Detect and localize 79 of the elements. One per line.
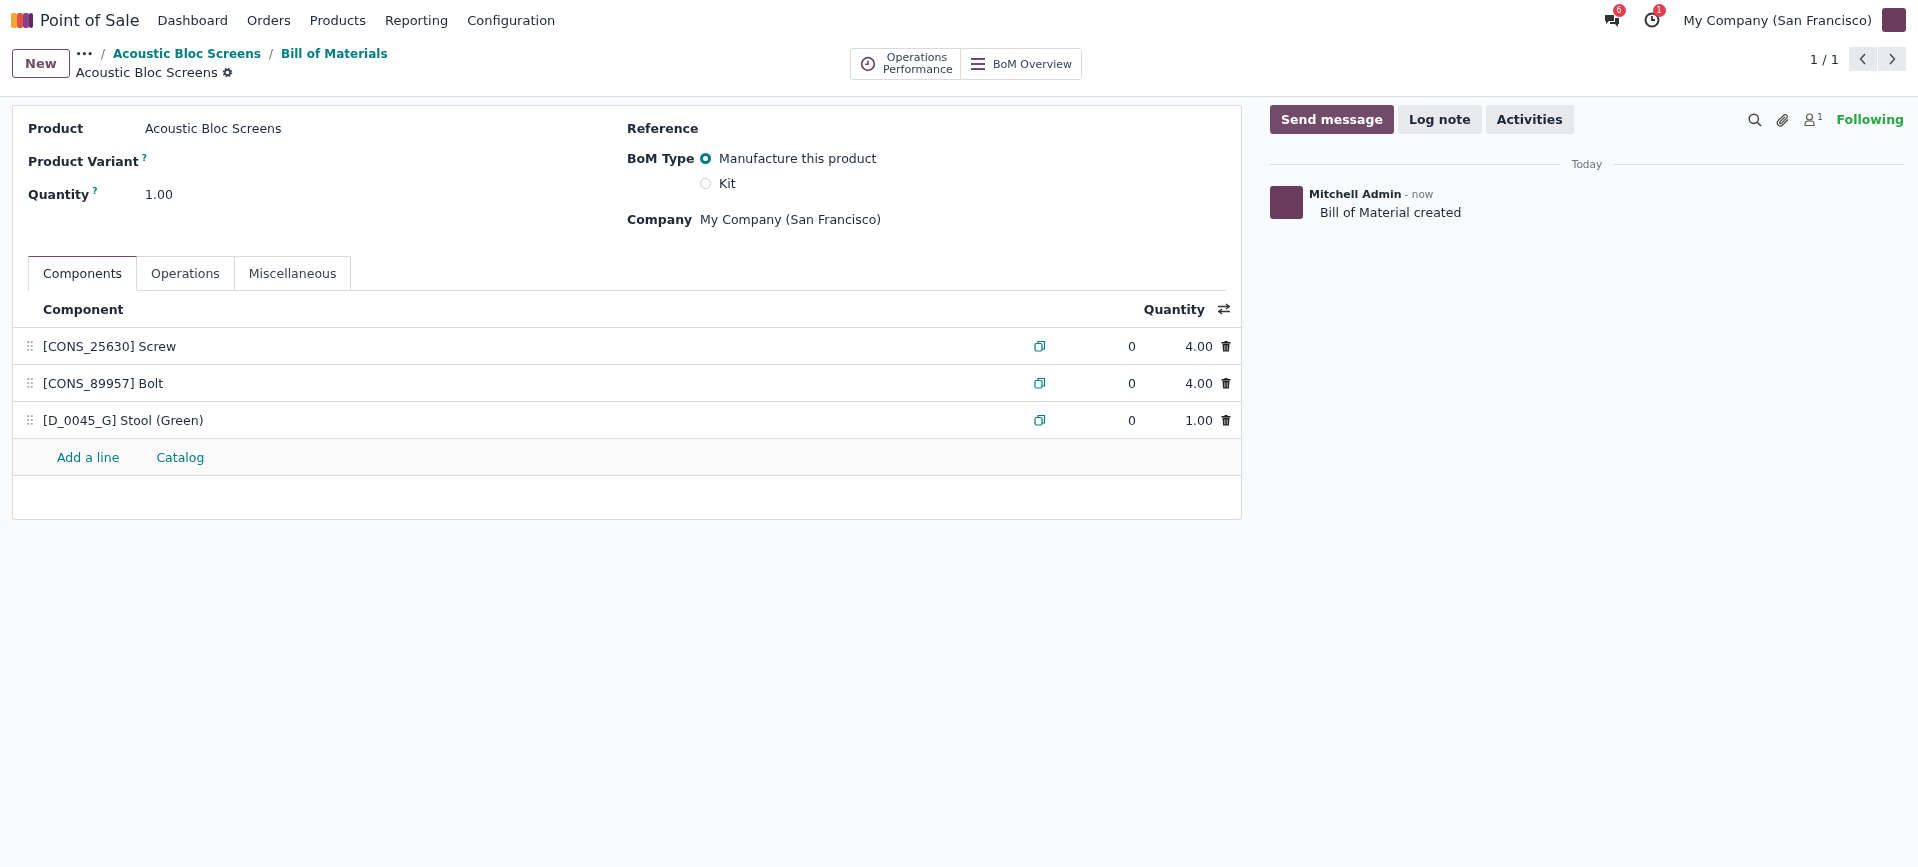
next-button[interactable] — [1878, 47, 1906, 71]
breadcrumb-separator: / — [268, 47, 273, 61]
field-label: BoM Type — [627, 151, 695, 166]
tab[interactable]: Components — [28, 256, 138, 291]
table-cell-text: 0 — [1127, 412, 1136, 428]
chat-icon[interactable] — [1603, 12, 1620, 28]
author-name[interactable]: Mitchell Admin — [1309, 188, 1402, 201]
drag-handle-icon[interactable] — [27, 378, 33, 388]
action-link[interactable]: Catalog — [156, 449, 205, 465]
copy-icon[interactable] — [1034, 377, 1046, 389]
chatter-button[interactable]: Send message — [1270, 105, 1394, 134]
table-cell-text: 0 — [1127, 338, 1136, 354]
field-label: Reference — [627, 121, 699, 136]
company-switcher[interactable]: My Company (San Francisco) — [1683, 12, 1872, 28]
menu-item[interactable]: Dashboard — [157, 12, 229, 28]
author-avatar — [1270, 186, 1303, 219]
new-button[interactable]: New — [12, 49, 70, 78]
table-cell-text: 0 — [1127, 375, 1136, 391]
table-cell-text: [CONS_25630] Screw — [43, 338, 178, 354]
breadcrumb-link[interactable]: Acoustic Bloc Screens — [113, 47, 261, 61]
column-header[interactable]: Component — [43, 301, 1144, 317]
search-icon[interactable] — [1748, 112, 1763, 127]
radio-button[interactable] — [700, 153, 711, 164]
menu-item[interactable]: Orders — [247, 12, 291, 28]
paperclip-icon[interactable] — [1776, 112, 1791, 127]
drag-handle-icon[interactable] — [27, 341, 33, 351]
field-value[interactable]: 1.00 — [145, 187, 173, 202]
table-cell-text: 4.00 — [1184, 375, 1213, 391]
field-label: Product Variant — [28, 154, 139, 170]
person-icon — [1804, 113, 1816, 126]
chatter-button[interactable]: Log note — [1397, 105, 1482, 134]
column-header[interactable]: Quantity — [1143, 301, 1205, 317]
help-tooltip[interactable]: ? — [141, 153, 147, 164]
field-label: Product — [28, 121, 84, 136]
menu-item[interactable]: Reporting — [384, 12, 449, 28]
help-tooltip[interactable]: ? — [92, 186, 98, 197]
previous-button[interactable] — [1849, 47, 1877, 71]
app-logo-icon[interactable] — [10, 11, 34, 29]
date-separator: Today — [1570, 158, 1604, 170]
smart-button[interactable]: Operations Performance — [851, 49, 961, 79]
chevron-left-icon — [1859, 53, 1867, 65]
pager-value: 1 / 1 — [1809, 51, 1839, 67]
count-badge: 1 — [1652, 4, 1666, 17]
trash-icon[interactable] — [1221, 414, 1231, 426]
breadcrumb-separator: / — [101, 47, 106, 61]
menu-item[interactable]: Products — [309, 12, 366, 28]
breadcrumb-link[interactable]: Bill of Materials — [281, 47, 388, 61]
menu-icon — [970, 57, 986, 71]
followers-button[interactable]: 1 — [1804, 113, 1823, 126]
message-text: Bill of Material created — [1320, 205, 1462, 220]
field-value[interactable]: My Company (San Francisco) — [700, 212, 882, 227]
field-label: Quantity — [28, 187, 90, 203]
record-title: Acoustic Bloc Screens — [75, 65, 218, 80]
field-label: Company — [627, 212, 693, 227]
app-name[interactable]: Point of Sale — [40, 10, 140, 30]
copy-icon[interactable] — [1034, 414, 1046, 426]
menu-item[interactable]: Configuration — [467, 12, 556, 28]
radio-button[interactable] — [700, 178, 711, 189]
table-cell-text: [CONS_89957] Bolt — [43, 375, 165, 391]
drag-handle-icon[interactable] — [27, 415, 33, 425]
message-time: - now — [1404, 188, 1434, 200]
chatter-button[interactable]: Activities — [1485, 105, 1574, 134]
radio-label[interactable]: Kit — [719, 176, 736, 191]
clock-icon — [860, 56, 876, 72]
more-breadcrumbs[interactable]: ••• — [75, 49, 93, 59]
trash-icon[interactable] — [1221, 377, 1231, 389]
count-badge: 6 — [1612, 4, 1626, 17]
chevron-right-icon — [1888, 53, 1896, 65]
action-link[interactable]: Add a line — [57, 449, 120, 465]
sliders-icon[interactable] — [1217, 303, 1231, 315]
table-cell-text: 4.00 — [1184, 338, 1213, 354]
clock-icon[interactable] — [1643, 12, 1660, 28]
trash-icon[interactable] — [1221, 340, 1231, 352]
table-cell-text: [D_0045_G] Stool (Green) — [43, 412, 205, 428]
radio-label[interactable]: Manufacture this product — [719, 151, 877, 166]
copy-icon[interactable] — [1034, 340, 1046, 352]
field-value[interactable]: Acoustic Bloc Screens — [145, 121, 282, 136]
gear-icon[interactable] — [221, 67, 233, 78]
table-cell-text: 1.00 — [1184, 412, 1213, 428]
